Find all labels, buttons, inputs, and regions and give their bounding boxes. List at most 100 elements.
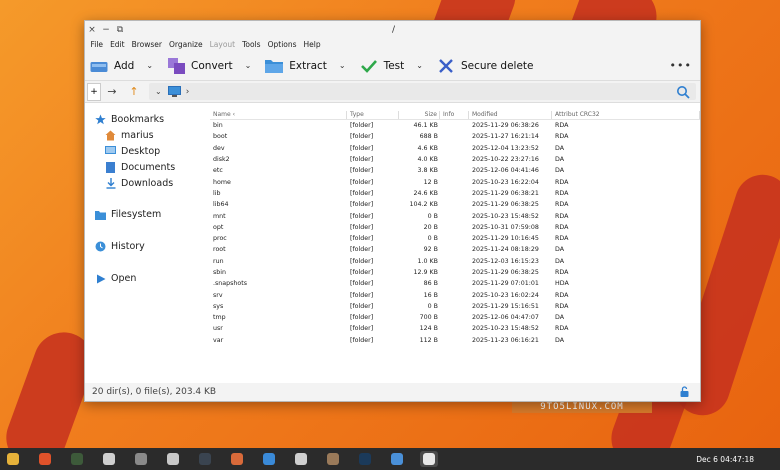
cell-size: 688 B — [419, 133, 438, 141]
sidebar-item-downloads[interactable]: Downloads — [85, 175, 210, 191]
new-tab-button[interactable]: + — [87, 82, 101, 101]
search-icon[interactable] — [676, 85, 690, 99]
table-row[interactable]: var [folder] 112 B 2025-11-23 06:16:21 DA — [210, 335, 700, 346]
window-title: / — [391, 24, 396, 35]
table-row[interactable]: run [folder] 1.0 KB 2025-12-03 16:15:23 DA — [210, 256, 700, 267]
taskbar-game-icon[interactable] — [68, 451, 86, 467]
cell-modified: 2025-10-31 07:59:08 — [472, 223, 539, 231]
chevron-down-icon[interactable]: ⌄ — [245, 61, 252, 70]
up-button[interactable]: ↑ — [123, 85, 145, 98]
title-bar: × − ⧉ / — [85, 21, 700, 38]
column-header-info[interactable]: Info — [440, 111, 469, 119]
convert-button[interactable]: Convert ⌄ — [167, 53, 251, 79]
column-header-attributes[interactable]: Attribut CRC32 — [552, 111, 700, 119]
cell-name: opt — [213, 223, 224, 231]
column-header-name[interactable]: Name ‹ — [210, 111, 347, 119]
maximize-button[interactable]: ⧉ — [113, 25, 127, 35]
clock[interactable]: Dec 6 04:47:18 — [696, 455, 754, 464]
table-row[interactable]: root [folder] 92 B 2025-11-24 08:18:29 DA — [210, 244, 700, 255]
close-button[interactable]: × — [85, 25, 99, 35]
menu-tools[interactable]: Tools — [239, 40, 264, 49]
table-row[interactable]: boot [folder] 688 B 2025-11-27 16:21:14 RDA — [210, 131, 700, 142]
menu-file[interactable]: File — [87, 40, 107, 49]
cell-modified: 2025-10-23 16:02:24 — [472, 291, 539, 299]
menu-browser[interactable]: Browser — [128, 40, 165, 49]
table-row[interactable]: disk2 [folder] 4.0 KB 2025-10-22 23:27:16 DA — [210, 154, 700, 165]
folder-icon — [265, 58, 284, 74]
cell-size: 24.6 KB — [413, 189, 438, 197]
table-row[interactable]: etc [folder] 3.8 KB 2025-12-06 04:41:46 DA — [210, 165, 700, 176]
forward-button[interactable]: → — [101, 85, 123, 98]
sidebar-filesystem[interactable]: Filesystem — [85, 207, 210, 222]
cell-modified: 2025-11-27 16:21:14 — [472, 133, 539, 141]
file-rows: bin [folder] 46.1 KB 2025-11-29 06:38:26 RDA… — [210, 120, 700, 346]
status-bar: 20 dir(s), 0 file(s), 203.4 KB — [85, 383, 700, 401]
chevron-down-icon[interactable]: ⌄ — [146, 61, 153, 70]
taskbar-settings-icon[interactable] — [132, 451, 150, 467]
taskbar-screenshot-icon[interactable] — [228, 451, 246, 467]
lock-icon[interactable] — [679, 386, 690, 397]
sidebar: Bookmarks marius Desktop Documents Download… — [85, 108, 210, 373]
sidebar-bookmarks[interactable]: Bookmarks — [85, 112, 210, 127]
chevron-down-icon[interactable]: ⌄ — [416, 61, 423, 70]
column-header-size[interactable]: Size — [399, 111, 440, 119]
cell-name: var — [213, 336, 224, 344]
cell-name: proc — [213, 235, 227, 243]
menu-options[interactable]: Options — [264, 40, 300, 49]
chevron-down-icon[interactable]: ⌄ — [155, 87, 162, 96]
taskbar-firefox-icon[interactable] — [36, 451, 54, 467]
sidebar-history[interactable]: History — [85, 239, 210, 254]
taskbar-text-editor-icon[interactable] — [164, 451, 182, 467]
cell-type: [folder] — [350, 280, 374, 288]
more-options-icon[interactable]: ••• — [670, 59, 692, 72]
menu-edit[interactable]: Edit — [107, 40, 129, 49]
path-separator: › — [185, 86, 190, 97]
sidebar-item-marius[interactable]: marius — [85, 127, 210, 143]
add-button[interactable]: Add ⌄ — [90, 53, 153, 79]
table-row[interactable]: sys [folder] 0 B 2025-11-29 15:16:51 RDA — [210, 301, 700, 312]
cell-name: disk2 — [213, 156, 230, 164]
taskbar-archiver-icon[interactable] — [420, 451, 438, 467]
cell-modified: 2025-11-29 15:16:51 — [472, 302, 539, 310]
table-row[interactable]: lib64 [folder] 104.2 KB 2025-11-29 06:38:25… — [210, 199, 700, 210]
taskbar-files-icon[interactable] — [4, 451, 22, 467]
menu-help[interactable]: Help — [300, 40, 324, 49]
minimize-button[interactable]: − — [99, 25, 113, 35]
table-row[interactable]: usr [folder] 124 B 2025-10-23 15:48:52 RDA — [210, 323, 700, 334]
cell-type: [folder] — [350, 156, 374, 164]
table-row[interactable]: sbin [folder] 12.9 KB 2025-11-29 06:38:25 RD… — [210, 267, 700, 278]
table-row[interactable]: tmp [folder] 700 B 2025-12-06 04:47:07 DA — [210, 312, 700, 323]
column-header-modified[interactable]: Modified — [469, 111, 552, 119]
table-row[interactable]: lib [folder] 24.6 KB 2025-11-29 06:38:21 RDA — [210, 188, 700, 199]
taskbar-store-icon[interactable] — [292, 451, 310, 467]
table-row[interactable]: srv [folder] 16 B 2025-10-23 16:02:24 RDA — [210, 289, 700, 300]
table-row[interactable]: mnt [folder] 0 B 2025-10-23 15:48:52 RDA — [210, 210, 700, 221]
table-row[interactable]: home [folder] 12 B 2025-10-23 16:22:04 RDA — [210, 176, 700, 187]
taskbar-gimp-icon[interactable] — [324, 451, 342, 467]
table-row[interactable]: dev [folder] 4.6 KB 2025-12-04 13:23:52 DA — [210, 143, 700, 154]
extract-button[interactable]: Extract ⌄ — [265, 53, 346, 79]
menu-layout[interactable]: Layout — [206, 40, 239, 49]
sidebar-item-desktop[interactable]: Desktop — [85, 143, 210, 159]
taskbar-terminal-icon[interactable] — [196, 451, 214, 467]
sidebar-open[interactable]: Open — [85, 271, 210, 286]
table-row[interactable]: .snapshots [folder] 86 B 2025-11-29 07:01:0… — [210, 278, 700, 289]
chevron-down-icon[interactable]: ⌄ — [339, 61, 346, 70]
menu-organize[interactable]: Organize — [166, 40, 207, 49]
sidebar-bookmarks-label: Bookmarks — [111, 114, 165, 125]
cell-type: [folder] — [350, 144, 374, 152]
address-bar[interactable]: ⌄ › — [149, 83, 696, 100]
table-row[interactable]: proc [folder] 0 B 2025-11-29 10:16:45 RDA — [210, 233, 700, 244]
cell-attributes: RDA — [555, 122, 569, 130]
taskbar-document-viewer-icon[interactable] — [100, 451, 118, 467]
column-header-type[interactable]: Type — [347, 111, 399, 119]
taskbar-chrome-icon[interactable] — [388, 451, 406, 467]
table-row[interactable]: opt [folder] 20 B 2025-10-31 07:59:08 RDA — [210, 222, 700, 233]
secure-delete-button[interactable]: Secure delete — [437, 53, 534, 79]
taskbar-monitor-icon[interactable] — [260, 451, 278, 467]
test-button[interactable]: Test ⌄ — [360, 53, 423, 79]
sidebar-item-documents[interactable]: Documents — [85, 159, 210, 175]
table-row[interactable]: bin [folder] 46.1 KB 2025-11-29 06:38:26 RDA — [210, 120, 700, 131]
taskbar-steam-icon[interactable] — [356, 451, 374, 467]
extract-label: Extract — [289, 59, 327, 72]
